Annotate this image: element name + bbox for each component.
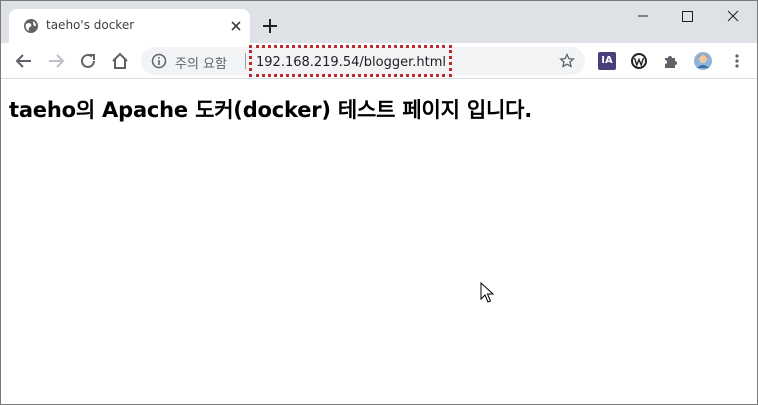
globe-icon: [24, 19, 38, 33]
maximize-icon[interactable]: [665, 1, 709, 31]
omnibox-divider: [245, 53, 246, 69]
arrow-right-icon[interactable]: [45, 50, 67, 72]
close-icon[interactable]: [711, 1, 755, 31]
minimize-icon[interactable]: [621, 1, 665, 31]
ia-extension-icon[interactable]: IA: [598, 52, 616, 70]
kebab-menu-icon[interactable]: [728, 52, 746, 70]
tab-strip: taeho's docker: [1, 1, 757, 43]
plus-icon[interactable]: [259, 15, 281, 37]
browser-window: taeho's docker 주의 요함 192.168.219.54/blog…: [0, 0, 758, 405]
wordpress-icon[interactable]: [630, 52, 648, 70]
url-highlight-box: 192.168.219.54/blogger.html: [249, 45, 452, 77]
home-icon[interactable]: [109, 50, 131, 72]
security-label[interactable]: 주의 요함: [175, 53, 227, 72]
address-bar[interactable]: 주의 요함 192.168.219.54/blogger.html: [141, 45, 585, 77]
browser-toolbar: 주의 요함 192.168.219.54/blogger.html IA: [1, 43, 757, 79]
star-icon[interactable]: [559, 53, 575, 69]
url-text[interactable]: 192.168.219.54/blogger.html: [256, 55, 446, 70]
close-icon[interactable]: [228, 18, 244, 34]
puzzle-icon[interactable]: [662, 52, 680, 70]
page-viewport: taeho의 Apache 도커(docker) 테스트 페이지 입니다.: [1, 80, 757, 404]
mouse-cursor-icon: [480, 282, 494, 303]
arrow-left-icon[interactable]: [13, 50, 35, 72]
page-heading: taeho의 Apache 도커(docker) 테스트 페이지 입니다.: [9, 98, 533, 122]
profile-avatar-icon[interactable]: [694, 52, 712, 70]
reload-icon[interactable]: [77, 50, 99, 72]
info-icon[interactable]: [151, 53, 167, 69]
tab-title: taeho's docker: [46, 18, 135, 32]
browser-tab[interactable]: taeho's docker: [9, 9, 250, 43]
